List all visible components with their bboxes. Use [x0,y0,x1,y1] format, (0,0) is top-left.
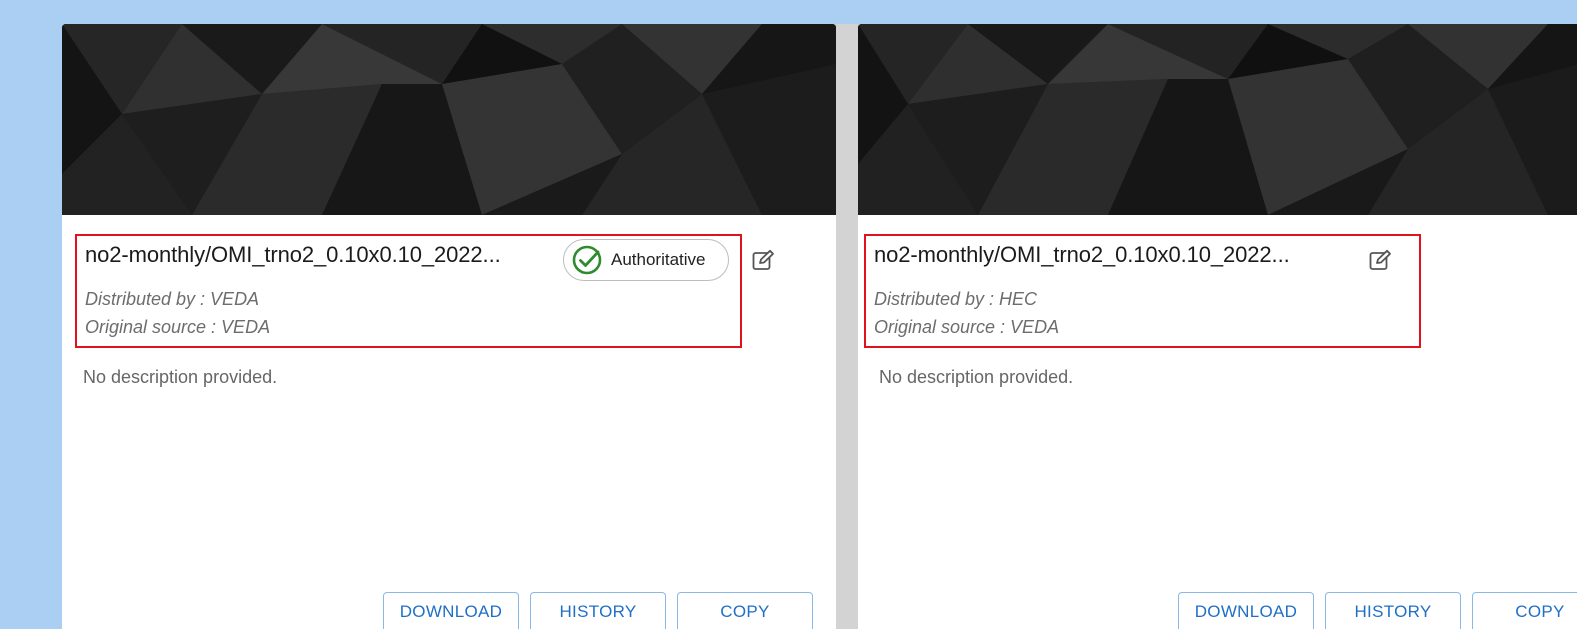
edit-icon[interactable] [1368,249,1392,273]
dataset-header: no2-monthly/OMI_trno2_0.10x0.10_2022... … [75,234,742,348]
dataset-description: No description provided. [879,367,1074,387]
download-button[interactable]: DOWNLOAD [383,592,519,629]
distributed-by: Distributed by : HEC [874,289,1038,309]
card-gutter [836,24,858,629]
card-banner-image [858,24,1577,215]
check-circle-icon [572,245,602,275]
dataset-card: no2-monthly/OMI_trno2_0.10x0.10_2022... … [858,24,1577,629]
dataset-card: no2-monthly/OMI_trno2_0.10x0.10_2022... … [62,24,836,629]
distributed-by: Distributed by : VEDA [85,289,260,309]
copy-button[interactable]: COPY [1472,592,1577,629]
copy-button[interactable]: COPY [677,592,813,629]
original-source: Original source : VEDA [874,317,1060,337]
badge-label: Authoritative [611,250,706,269]
dataset-title[interactable]: no2-monthly/OMI_trno2_0.10x0.10_2022... [85,242,501,268]
edit-icon[interactable] [751,249,775,273]
history-button[interactable]: HISTORY [1325,592,1461,629]
dataset-description: No description provided. [83,367,278,387]
download-button[interactable]: DOWNLOAD [1178,592,1314,629]
dataset-header: no2-monthly/OMI_trno2_0.10x0.10_2022... … [864,234,1421,348]
original-source: Original source : VEDA [85,317,271,337]
card-banner-image [62,24,836,215]
history-button[interactable]: HISTORY [530,592,666,629]
page: no2-monthly/OMI_trno2_0.10x0.10_2022... … [0,0,1577,629]
authoritative-badge: Authoritative [563,239,729,281]
dataset-title[interactable]: no2-monthly/OMI_trno2_0.10x0.10_2022... [874,242,1290,268]
